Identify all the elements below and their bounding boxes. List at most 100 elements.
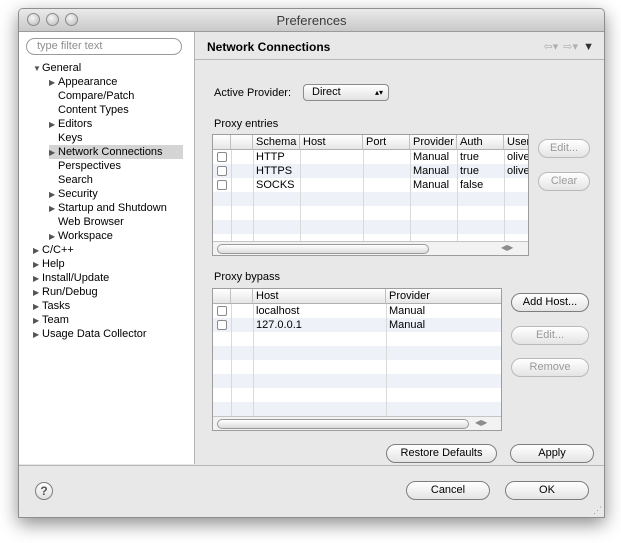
table-row[interactable]: HTTPS Manual true olive bbox=[213, 164, 528, 178]
tree-item-install-update[interactable]: ▶ Install/Update bbox=[33, 271, 109, 285]
tree-item-general[interactable]: ▼General bbox=[33, 61, 81, 75]
cell-user: olive bbox=[507, 151, 529, 163]
column-divider bbox=[231, 304, 232, 417]
empty-row bbox=[213, 192, 528, 206]
column-header-select[interactable] bbox=[213, 289, 231, 304]
column-header-auth[interactable]: Auth bbox=[457, 135, 504, 150]
cell-provider: Manual bbox=[389, 319, 426, 331]
tree-item-startup-shutdown[interactable]: ▶ Startup and Shutdown bbox=[49, 201, 167, 215]
remove-host-button[interactable]: Remove bbox=[511, 358, 589, 377]
tree-item-compare-patch[interactable]: Compare/Patch bbox=[49, 89, 134, 103]
chevron-right-icon[interactable]: ▶ bbox=[33, 258, 42, 272]
table-row[interactable]: SOCKS Manual false bbox=[213, 178, 528, 192]
row-checkbox[interactable] bbox=[217, 152, 227, 162]
column-header-select[interactable] bbox=[213, 135, 231, 150]
tree-item-tasks[interactable]: ▶ Tasks bbox=[33, 299, 70, 313]
help-icon[interactable]: ? bbox=[35, 482, 53, 500]
column-header-provider[interactable]: Provider bbox=[386, 289, 501, 304]
page-title: Network Connections bbox=[207, 40, 331, 54]
cell-provider: Manual bbox=[413, 179, 450, 191]
tree-item-appearance[interactable]: ▶ Appearance bbox=[49, 75, 117, 89]
edit-proxy-button[interactable]: Edit... bbox=[538, 139, 590, 158]
column-header-schema[interactable]: Schema bbox=[253, 135, 300, 150]
back-arrow-icon[interactable]: ⇦▾ bbox=[543, 41, 558, 53]
chevron-right-icon[interactable]: ▶ bbox=[49, 146, 58, 160]
tree-item-run-debug[interactable]: ▶ Run/Debug bbox=[33, 285, 98, 299]
tree-item-editors[interactable]: ▶ Editors bbox=[49, 117, 92, 131]
chevron-right-icon[interactable]: ▶ bbox=[49, 188, 58, 202]
chevron-right-icon[interactable]: ▶ bbox=[33, 286, 42, 300]
preferences-sidebar: type filter text ▼General ▶ Appearance Co… bbox=[19, 32, 195, 464]
horizontal-scrollbar[interactable]: ◀▶ bbox=[213, 241, 528, 255]
column-header-host[interactable]: Host bbox=[253, 289, 386, 304]
tree-item-network-connections[interactable]: ▶ Network Connections bbox=[49, 145, 183, 159]
proxy-bypass-table[interactable]: Host Provider localhost Manual 127.0.0.1… bbox=[212, 288, 502, 431]
forward-arrow-icon[interactable]: ⇨▾ bbox=[563, 41, 578, 53]
chevron-right-icon[interactable]: ▶ bbox=[49, 118, 58, 132]
column-divider bbox=[231, 150, 232, 242]
chevron-right-icon[interactable]: ▶ bbox=[33, 244, 42, 258]
row-checkbox[interactable] bbox=[217, 306, 227, 316]
chevron-down-icon[interactable]: ▼ bbox=[33, 62, 42, 76]
tree-item-web-browser[interactable]: Web Browser bbox=[49, 215, 124, 229]
tree-item-usage-data-collector[interactable]: ▶ Usage Data Collector bbox=[33, 327, 147, 341]
scrollbar-thumb[interactable] bbox=[217, 244, 429, 254]
title-bar[interactable]: Preferences bbox=[19, 9, 604, 32]
column-header-provider[interactable]: Provider bbox=[410, 135, 457, 150]
table-row[interactable]: localhost Manual bbox=[213, 304, 501, 318]
column-header-blank[interactable] bbox=[231, 289, 253, 304]
add-host-button[interactable]: Add Host... bbox=[511, 293, 589, 312]
tree-item-keys[interactable]: Keys bbox=[49, 131, 82, 145]
filter-input[interactable]: type filter text bbox=[26, 38, 182, 55]
proxy-entries-table[interactable]: Schema Host Port Provider Auth User HTTP… bbox=[212, 134, 529, 256]
view-menu-icon[interactable]: ▼ bbox=[583, 41, 594, 53]
preferences-window: Preferences type filter text ▼General ▶ A… bbox=[18, 8, 605, 518]
tree-item-search[interactable]: Search bbox=[49, 173, 93, 187]
scrollbar-thumb[interactable] bbox=[217, 419, 469, 429]
chevron-right-icon[interactable]: ▶ bbox=[33, 314, 42, 328]
cell-schema: SOCKS bbox=[256, 179, 295, 191]
empty-row bbox=[213, 360, 501, 374]
horizontal-scrollbar[interactable]: ◀▶ bbox=[213, 416, 501, 430]
cell-host: localhost bbox=[256, 305, 300, 317]
cell-host: 127.0.0.1 bbox=[256, 319, 302, 331]
scroll-arrows-icon[interactable]: ◀▶ bbox=[501, 243, 513, 252]
chevron-right-icon[interactable]: ▶ bbox=[33, 328, 42, 342]
history-nav: ⇦▾ ⇨▾ ▼ bbox=[541, 40, 594, 53]
tree-item-security[interactable]: ▶ Security bbox=[49, 187, 98, 201]
empty-row bbox=[213, 220, 528, 234]
apply-button[interactable]: Apply bbox=[510, 444, 594, 463]
column-header-host[interactable]: Host bbox=[300, 135, 363, 150]
row-checkbox[interactable] bbox=[217, 166, 227, 176]
restore-defaults-button[interactable]: Restore Defaults bbox=[386, 444, 497, 463]
column-divider bbox=[457, 150, 458, 242]
clear-proxy-button[interactable]: Clear bbox=[538, 172, 590, 191]
tree-item-workspace[interactable]: ▶ Workspace bbox=[49, 229, 113, 243]
edit-host-button[interactable]: Edit... bbox=[511, 326, 589, 345]
column-header-user[interactable]: User bbox=[504, 135, 528, 150]
chevron-right-icon[interactable]: ▶ bbox=[33, 272, 42, 286]
resize-grip-icon[interactable]: ⋰ bbox=[593, 505, 602, 516]
tree-item-team[interactable]: ▶ Team bbox=[33, 313, 69, 327]
row-checkbox[interactable] bbox=[217, 320, 227, 330]
empty-row bbox=[213, 206, 528, 220]
table-row[interactable]: 127.0.0.1 Manual bbox=[213, 318, 501, 332]
chevron-right-icon[interactable]: ▶ bbox=[49, 202, 58, 216]
ok-button[interactable]: OK bbox=[505, 481, 589, 500]
tree-item-help[interactable]: ▶ Help bbox=[33, 257, 65, 271]
tree-item-content-types[interactable]: Content Types bbox=[49, 103, 129, 117]
active-provider-select[interactable]: Direct ▴▾ bbox=[303, 84, 389, 101]
empty-row bbox=[213, 388, 501, 402]
column-header-blank[interactable] bbox=[231, 135, 253, 150]
chevron-right-icon[interactable]: ▶ bbox=[49, 230, 58, 244]
table-row[interactable]: HTTP Manual true olive bbox=[213, 150, 529, 164]
column-header-port[interactable]: Port bbox=[363, 135, 410, 150]
tree-item-perspectives[interactable]: Perspectives bbox=[49, 159, 121, 173]
row-checkbox[interactable] bbox=[217, 180, 227, 190]
scroll-arrows-icon[interactable]: ◀▶ bbox=[475, 418, 487, 427]
empty-row bbox=[213, 346, 501, 360]
tree-item-c-cpp[interactable]: ▶ C/C++ bbox=[33, 243, 74, 257]
chevron-right-icon[interactable]: ▶ bbox=[33, 300, 42, 314]
cancel-button[interactable]: Cancel bbox=[406, 481, 490, 500]
chevron-right-icon[interactable]: ▶ bbox=[49, 76, 58, 90]
